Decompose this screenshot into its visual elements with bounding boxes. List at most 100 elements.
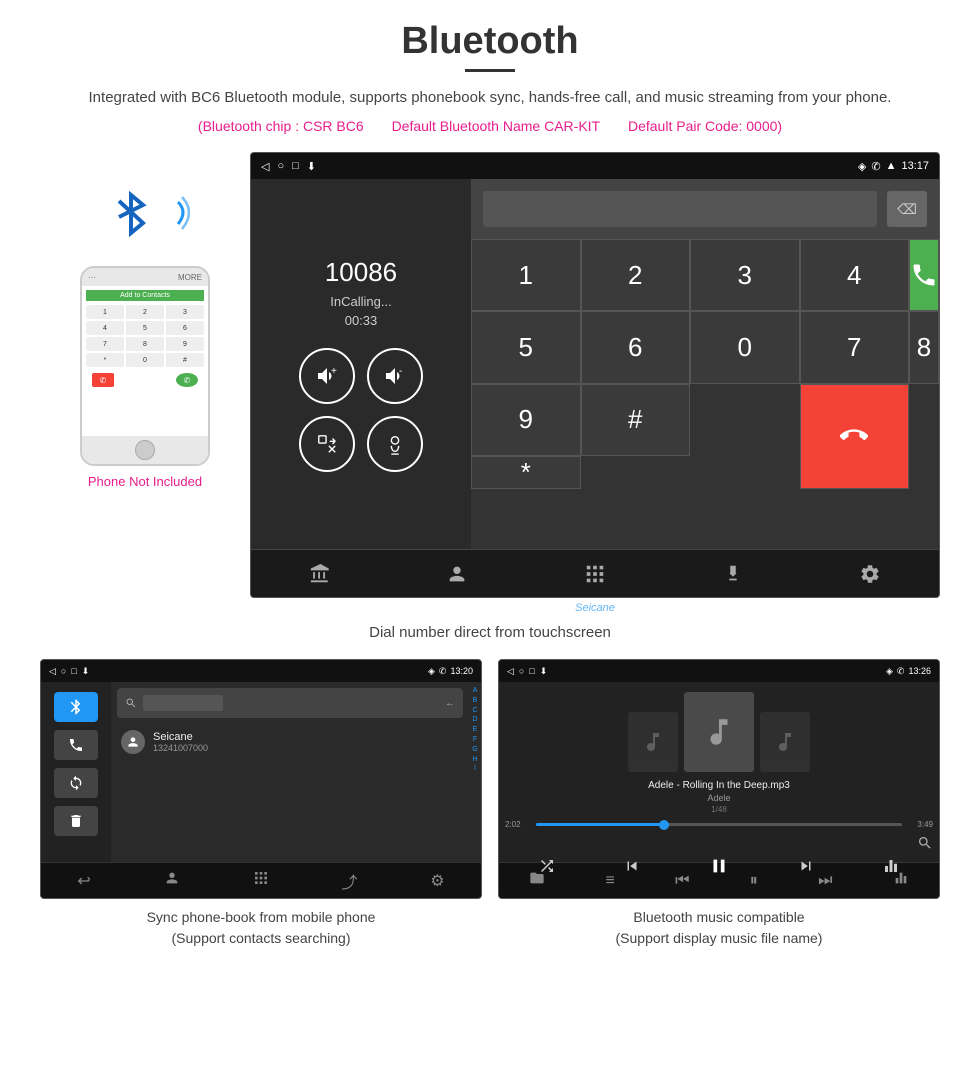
contact-name: Seicane bbox=[153, 731, 208, 743]
phonebook-bottom-nav: ↩ ⤴ ⚙ bbox=[41, 862, 481, 898]
nav-dialpad[interactable] bbox=[570, 554, 620, 594]
progress-bar-row: 2:02 3:49 bbox=[505, 820, 933, 829]
nav-contacts[interactable] bbox=[432, 554, 482, 594]
phone-not-included-label: Phone Not Included bbox=[88, 474, 202, 489]
mu-dl-icon: ⬇ bbox=[540, 666, 548, 677]
mu-nav-pause[interactable]: ⏸ bbox=[750, 872, 758, 890]
back-arrow-icon: ← bbox=[445, 698, 455, 709]
dial-status: InCalling... bbox=[330, 294, 391, 309]
progress-bar[interactable] bbox=[536, 823, 902, 826]
dial-input-box[interactable] bbox=[483, 191, 877, 227]
key-4[interactable]: 4 bbox=[800, 239, 910, 311]
mu-square-icon: □ bbox=[529, 666, 534, 676]
svg-text:-: - bbox=[399, 366, 402, 377]
android-status-bar: ◁ ○ □ ⬇ ◈ ✆ ▲ 13:17 bbox=[251, 153, 939, 179]
pb-back-icon: ◁ bbox=[49, 666, 56, 677]
phonebook-content: ← Seicane 13241007000 bbox=[41, 682, 481, 862]
dial-content: 10086 InCalling... 00:33 + bbox=[251, 179, 939, 549]
call-button[interactable] bbox=[909, 239, 939, 311]
nav-recents[interactable] bbox=[295, 554, 345, 594]
key-9[interactable]: 9 bbox=[471, 384, 581, 456]
mu-back-icon: ◁ bbox=[507, 666, 514, 677]
music-search-icon[interactable] bbox=[917, 835, 933, 851]
pb-bt-icon[interactable] bbox=[54, 692, 98, 722]
song-artist: Adele bbox=[707, 793, 730, 803]
search-icon-wrap bbox=[505, 835, 933, 851]
volume-down-button[interactable]: - bbox=[367, 348, 423, 404]
pb-sync-btn[interactable] bbox=[54, 768, 98, 798]
phone-keypad: 123 456 789 *0# bbox=[86, 305, 204, 367]
track-number: 1/48 bbox=[711, 805, 727, 814]
phone-status-icon: ✆ bbox=[871, 160, 880, 173]
phonebook-sidebar bbox=[41, 682, 111, 862]
pb-dl-icon: ⬇ bbox=[82, 666, 90, 677]
key-star[interactable]: * bbox=[471, 456, 581, 489]
nav-transfer[interactable] bbox=[708, 554, 758, 594]
pb-nav-settings[interactable]: ⚙ bbox=[430, 871, 444, 891]
mu-home-icon: ○ bbox=[519, 666, 524, 676]
transfer-button[interactable] bbox=[299, 416, 355, 472]
delete-button[interactable]: ⌫ bbox=[887, 191, 927, 227]
phonebook-search[interactable]: ← bbox=[117, 688, 463, 718]
spec-chip: (Bluetooth chip : CSR BC6 bbox=[198, 118, 364, 134]
phonebook-main: ← Seicane 13241007000 bbox=[111, 682, 469, 862]
mu-nav-prev[interactable]: ⏮ bbox=[675, 872, 689, 890]
mute-button[interactable] bbox=[367, 416, 423, 472]
bluetooth-icon-area bbox=[100, 182, 190, 252]
pb-square-icon: □ bbox=[71, 666, 76, 676]
phonebook-screen-wrap: ◁ ○ □ ⬇ ◈ ✆ 13:20 bbox=[40, 659, 482, 949]
key-2[interactable]: 2 bbox=[581, 239, 691, 311]
pb-time: 13:20 bbox=[450, 666, 473, 676]
contact-number: 13241007000 bbox=[153, 743, 208, 753]
spec-pair: Default Pair Code: 0000) bbox=[628, 118, 782, 134]
key-3[interactable]: 3 bbox=[690, 239, 800, 311]
pb-nav-dialpad[interactable] bbox=[253, 870, 269, 891]
status-left: ◁ ○ □ ⬇ bbox=[261, 160, 316, 173]
bluetooth-icon bbox=[110, 187, 152, 242]
key-hash[interactable]: # bbox=[581, 384, 691, 456]
music-android-screen: ◁ ○ □ ⬇ ◈ ✆ 13:26 bbox=[498, 659, 940, 899]
mu-nav-list[interactable]: ≡ bbox=[605, 872, 614, 890]
status-right: ◈ ✆ ▲ 13:17 bbox=[858, 160, 929, 173]
seicane-watermark: Seicane bbox=[250, 602, 940, 614]
pb-phone-icon: ✆ bbox=[439, 666, 447, 677]
dial-number: 10086 bbox=[325, 257, 397, 288]
pb-nav-recents[interactable]: ↩ bbox=[77, 871, 90, 891]
page-title: Bluetooth bbox=[40, 20, 940, 63]
pb-home-icon: ○ bbox=[61, 666, 66, 676]
mu-loc-icon: ◈ bbox=[886, 666, 893, 677]
key-0[interactable]: 0 bbox=[690, 311, 800, 383]
main-screenshot-area: ··· MORE Add to Contacts 123 456 789 *0#… bbox=[40, 152, 940, 614]
play-pause-button[interactable] bbox=[708, 855, 730, 877]
prev-button[interactable] bbox=[623, 857, 641, 875]
music-status-bar: ◁ ○ □ ⬇ ◈ ✆ 13:26 bbox=[499, 660, 939, 682]
dial-caption: Dial number direct from touchscreen bbox=[40, 624, 940, 641]
mu-nav-eq[interactable] bbox=[893, 870, 909, 891]
music-screen-wrap: ◁ ○ □ ⬇ ◈ ✆ 13:26 bbox=[498, 659, 940, 949]
key-6[interactable]: 6 bbox=[581, 311, 691, 383]
pb-phone-btn[interactable] bbox=[54, 730, 98, 760]
pb-nav-transfer[interactable]: ⤴ bbox=[341, 869, 357, 893]
nav-settings[interactable] bbox=[845, 554, 895, 594]
contact-item[interactable]: Seicane 13241007000 bbox=[111, 724, 469, 760]
progress-thumb[interactable] bbox=[659, 820, 669, 830]
mu-nav-folder[interactable] bbox=[529, 870, 545, 891]
pb-delete-btn[interactable] bbox=[54, 806, 98, 836]
next-button[interactable] bbox=[797, 857, 815, 875]
dial-screen-wrapper: ◁ ○ □ ⬇ ◈ ✆ ▲ 13:17 10086 InCalling... bbox=[250, 152, 940, 614]
album-art-left bbox=[628, 712, 678, 772]
mu-nav-next[interactable]: ⏭ bbox=[818, 872, 832, 890]
key-1[interactable]: 1 bbox=[471, 239, 581, 311]
music-content: Adele - Rolling In the Deep.mp3 Adele 1/… bbox=[499, 682, 939, 862]
pb-nav-contacts[interactable] bbox=[164, 870, 180, 891]
end-call-button[interactable] bbox=[800, 384, 910, 489]
key-7[interactable]: 7 bbox=[800, 311, 910, 383]
phonebook-status-bar: ◁ ○ □ ⬇ ◈ ✆ 13:20 bbox=[41, 660, 481, 682]
bottom-screenshots: ◁ ○ □ ⬇ ◈ ✆ 13:20 bbox=[40, 659, 940, 949]
pb-loc-icon: ◈ bbox=[428, 666, 435, 677]
time-current: 2:02 bbox=[505, 820, 531, 829]
music-caption: Bluetooth music compatible (Support disp… bbox=[616, 907, 823, 949]
volume-up-button[interactable]: + bbox=[299, 348, 355, 404]
key-5[interactable]: 5 bbox=[471, 311, 581, 383]
key-8[interactable]: 8 bbox=[909, 311, 939, 383]
